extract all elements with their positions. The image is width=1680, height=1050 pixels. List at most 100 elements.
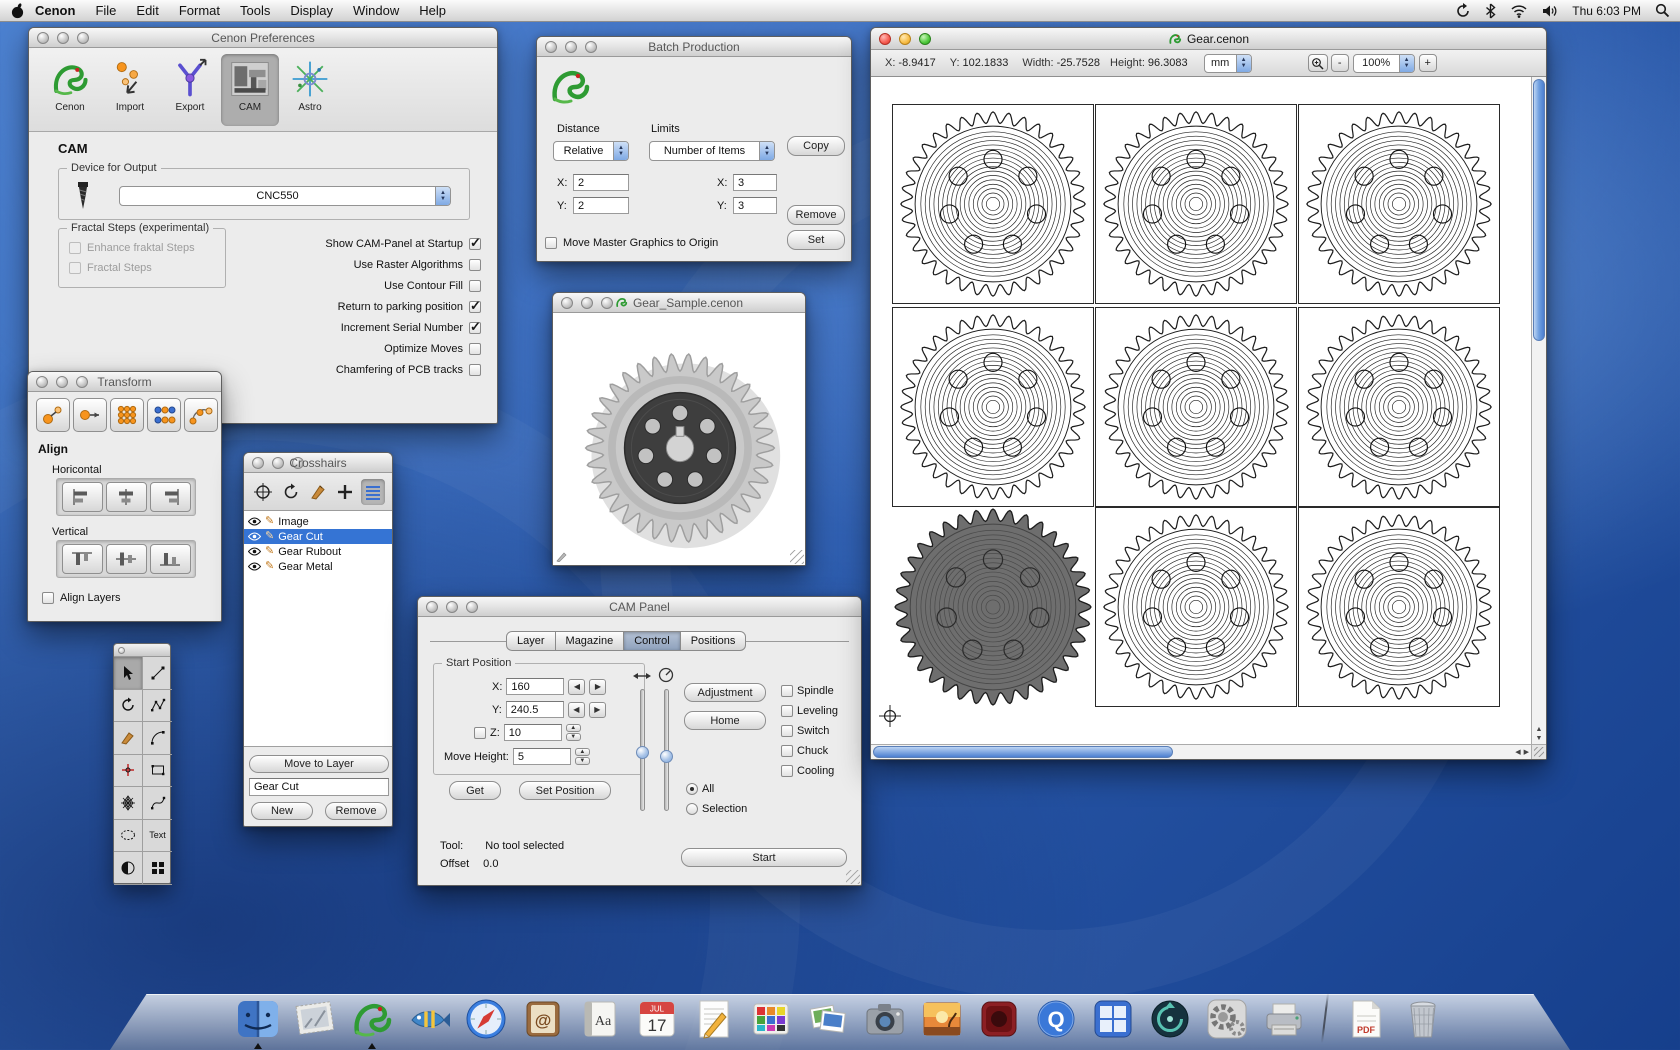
- zoom-in-button[interactable]: +: [1419, 54, 1437, 72]
- dock-textedit[interactable]: [690, 995, 738, 1043]
- tool-line[interactable]: [143, 657, 172, 690]
- close-button[interactable]: [118, 647, 125, 654]
- stepper-arrows-icon[interactable]: ▲▼: [435, 187, 450, 205]
- menu-edit[interactable]: Edit: [126, 0, 168, 22]
- add-crosshair-button[interactable]: [333, 479, 357, 505]
- dock-mail[interactable]: [291, 995, 339, 1043]
- cooling-checkbox[interactable]: [781, 765, 793, 777]
- spotlight-icon[interactable]: [1655, 3, 1670, 18]
- scope-all-radio[interactable]: [686, 783, 698, 795]
- dock-photos[interactable]: [804, 995, 852, 1043]
- tool-target[interactable]: [114, 852, 143, 885]
- move-to-layer-button[interactable]: Move to Layer: [249, 755, 389, 773]
- tool-knife[interactable]: [114, 722, 143, 755]
- dock-camera[interactable]: [861, 995, 909, 1043]
- device-select[interactable]: CNC550 ▲▼: [119, 186, 451, 206]
- gear-sample-titlebar[interactable]: Gear_Sample.cenon: [553, 293, 805, 313]
- minimize-button[interactable]: [446, 601, 458, 613]
- tool-web[interactable]: [114, 787, 143, 820]
- distance-x-field[interactable]: 2: [573, 174, 629, 191]
- tool-arc[interactable]: [143, 722, 172, 755]
- resize-handle[interactable]: [1531, 744, 1546, 759]
- tab-magazine[interactable]: Magazine: [556, 631, 625, 651]
- feed-slider-track[interactable]: [664, 689, 669, 811]
- get-button[interactable]: Get: [449, 781, 501, 800]
- pref-option-checkbox[interactable]: [469, 343, 481, 355]
- tab-control[interactable]: Control: [624, 631, 680, 651]
- sync-icon[interactable]: [1455, 3, 1471, 19]
- move-height-up-button[interactable]: ▲: [575, 748, 590, 756]
- switch-checkbox[interactable]: [781, 725, 793, 737]
- zoom-button[interactable]: [76, 376, 88, 388]
- tool-text[interactable]: Text: [143, 820, 172, 853]
- gear-drawing-selected[interactable]: [892, 507, 1094, 707]
- tool-select[interactable]: [114, 657, 143, 690]
- limits-y-field[interactable]: 3: [733, 197, 777, 214]
- editable-pen-icon[interactable]: ✎: [265, 561, 274, 572]
- visibility-eye-icon[interactable]: [248, 562, 261, 571]
- minimize-button[interactable]: [57, 32, 69, 44]
- dock-trash[interactable]: [1399, 995, 1447, 1043]
- y-decrement-button[interactable]: ◀: [568, 702, 585, 718]
- wifi-icon[interactable]: [1510, 4, 1528, 18]
- crosshair-tool-button[interactable]: [251, 479, 275, 505]
- menu-file[interactable]: File: [85, 0, 126, 22]
- pref-option-checkbox[interactable]: [469, 301, 481, 313]
- gear-photo[interactable]: [573, 341, 787, 560]
- unit-select[interactable]: mm ▲▼: [1204, 54, 1252, 73]
- hatch-layers-button[interactable]: [361, 479, 385, 505]
- prefs-tab-import[interactable]: Import: [101, 54, 159, 126]
- limits-mode-select[interactable]: Number of Items ▲▼: [649, 141, 775, 161]
- spindle-checkbox[interactable]: [781, 685, 793, 697]
- dock-tiles[interactable]: [1089, 995, 1137, 1043]
- pref-option-checkbox[interactable]: [469, 280, 481, 292]
- knife-tool-button[interactable]: [306, 479, 330, 505]
- dock-iphoto[interactable]: [918, 995, 966, 1043]
- align-left-button[interactable]: [62, 482, 103, 512]
- editable-pen-icon[interactable]: ✎: [265, 531, 274, 542]
- align-layers-checkbox[interactable]: [42, 592, 54, 604]
- transform-rotate-tool[interactable]: [184, 398, 218, 432]
- dock-ical[interactable]: JUL17: [633, 995, 681, 1043]
- distance-y-field[interactable]: 2: [573, 197, 629, 214]
- dock-sysprefs[interactable]: [1203, 995, 1251, 1043]
- stepper-arrows-icon[interactable]: ▲▼: [1236, 55, 1251, 72]
- y-increment-button[interactable]: ▶: [589, 702, 606, 718]
- scroll-arrows[interactable]: ▲▼: [1532, 726, 1546, 742]
- x-increment-button[interactable]: ▶: [589, 679, 606, 695]
- move-height-field[interactable]: 5: [513, 748, 571, 765]
- move-master-checkbox[interactable]: [545, 237, 557, 249]
- new-layer-button[interactable]: New: [251, 802, 313, 820]
- tool-polyline[interactable]: [143, 690, 172, 723]
- dock-printer[interactable]: [1260, 995, 1308, 1043]
- document-titlebar[interactable]: Gear.cenon: [871, 28, 1546, 50]
- stepper-arrows-icon[interactable]: ▲▼: [1399, 55, 1414, 72]
- dock-palette[interactable]: [747, 995, 795, 1043]
- zoom-out-button[interactable]: -: [1331, 54, 1349, 72]
- prefs-tab-cam[interactable]: CAM: [221, 54, 279, 126]
- align-right-button[interactable]: [150, 482, 191, 512]
- transform-mix-tool[interactable]: [147, 398, 181, 432]
- dock-safari[interactable]: [462, 995, 510, 1043]
- tool-ellipse[interactable]: [114, 820, 143, 853]
- close-button[interactable]: [36, 376, 48, 388]
- tool-mark[interactable]: [114, 755, 143, 788]
- transform-grid-tool[interactable]: [110, 398, 144, 432]
- cam-panel-titlebar[interactable]: CAM Panel: [418, 597, 861, 617]
- resize-handle[interactable]: [846, 870, 860, 884]
- menu-format[interactable]: Format: [169, 0, 230, 22]
- remove-layer-button[interactable]: Remove: [325, 802, 387, 820]
- speed-slider-track[interactable]: [640, 689, 645, 811]
- visibility-eye-icon[interactable]: [248, 547, 261, 556]
- zoom-button[interactable]: [466, 601, 478, 613]
- enhance-fraktal-checkbox[interactable]: [69, 242, 81, 254]
- visibility-eye-icon[interactable]: [248, 532, 261, 541]
- home-button[interactable]: Home: [684, 711, 766, 730]
- stepper-arrows-icon[interactable]: ▲▼: [613, 142, 628, 160]
- layer-row-gear-metal[interactable]: ✎ Gear Metal: [244, 559, 392, 574]
- z-down-button[interactable]: ▼: [566, 733, 581, 741]
- align-middle-v-button[interactable]: [106, 544, 147, 574]
- zoom-select[interactable]: 100% ▲▼: [1353, 54, 1415, 73]
- tool-rectangle[interactable]: [143, 755, 172, 788]
- start-button[interactable]: Start: [681, 848, 847, 867]
